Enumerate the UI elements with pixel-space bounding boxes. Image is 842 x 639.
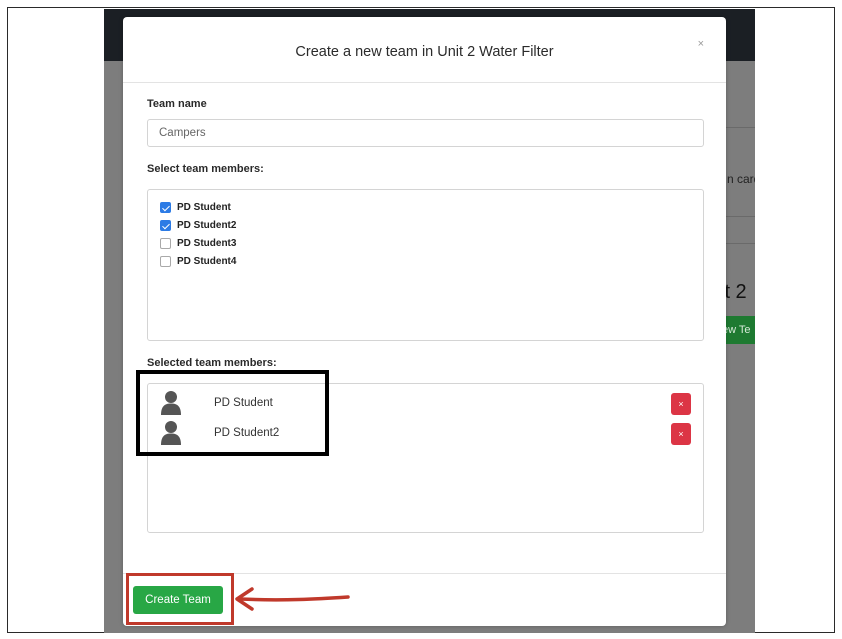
annotation-highlight-box (136, 370, 329, 456)
member-option[interactable]: PD Student (160, 200, 231, 214)
modal-header: Create a new team in Unit 2 Water Filter… (123, 17, 726, 83)
select-members-label: Select team members: (147, 163, 264, 175)
member-option-label: PD Student4 (177, 255, 237, 267)
member-option-label: PD Student3 (177, 237, 237, 249)
member-option-label: PD Student2 (177, 219, 237, 231)
close-icon[interactable]: × (698, 38, 704, 50)
member-option-label: PD Student (177, 201, 231, 213)
checkbox-unchecked[interactable] (160, 237, 171, 249)
modal-title: Create a new team in Unit 2 Water Filter (295, 44, 554, 60)
background-card-text: n card (727, 172, 755, 186)
remove-member-button[interactable]: × (671, 423, 691, 445)
create-team-modal: Create a new team in Unit 2 Water Filter… (123, 17, 726, 626)
background-divider (722, 127, 755, 128)
remove-member-button[interactable]: × (671, 393, 691, 415)
team-name-input[interactable] (147, 119, 704, 147)
member-option[interactable]: PD Student2 (160, 218, 236, 232)
background-divider (722, 243, 755, 244)
selected-members-label: Selected team members: (147, 357, 277, 369)
member-option[interactable]: PD Student4 (160, 254, 236, 268)
checkbox-unchecked[interactable] (160, 255, 171, 267)
members-list: PD Student PD Student2 PD Student3 PD St… (147, 189, 704, 341)
checkbox-checked[interactable] (160, 219, 171, 231)
background-divider (722, 216, 755, 217)
team-name-label: Team name (147, 98, 207, 110)
member-option[interactable]: PD Student3 (160, 236, 236, 250)
checkbox-checked[interactable] (160, 201, 171, 213)
arrow-left-icon (235, 587, 350, 611)
annotation-highlight-create (126, 573, 234, 625)
